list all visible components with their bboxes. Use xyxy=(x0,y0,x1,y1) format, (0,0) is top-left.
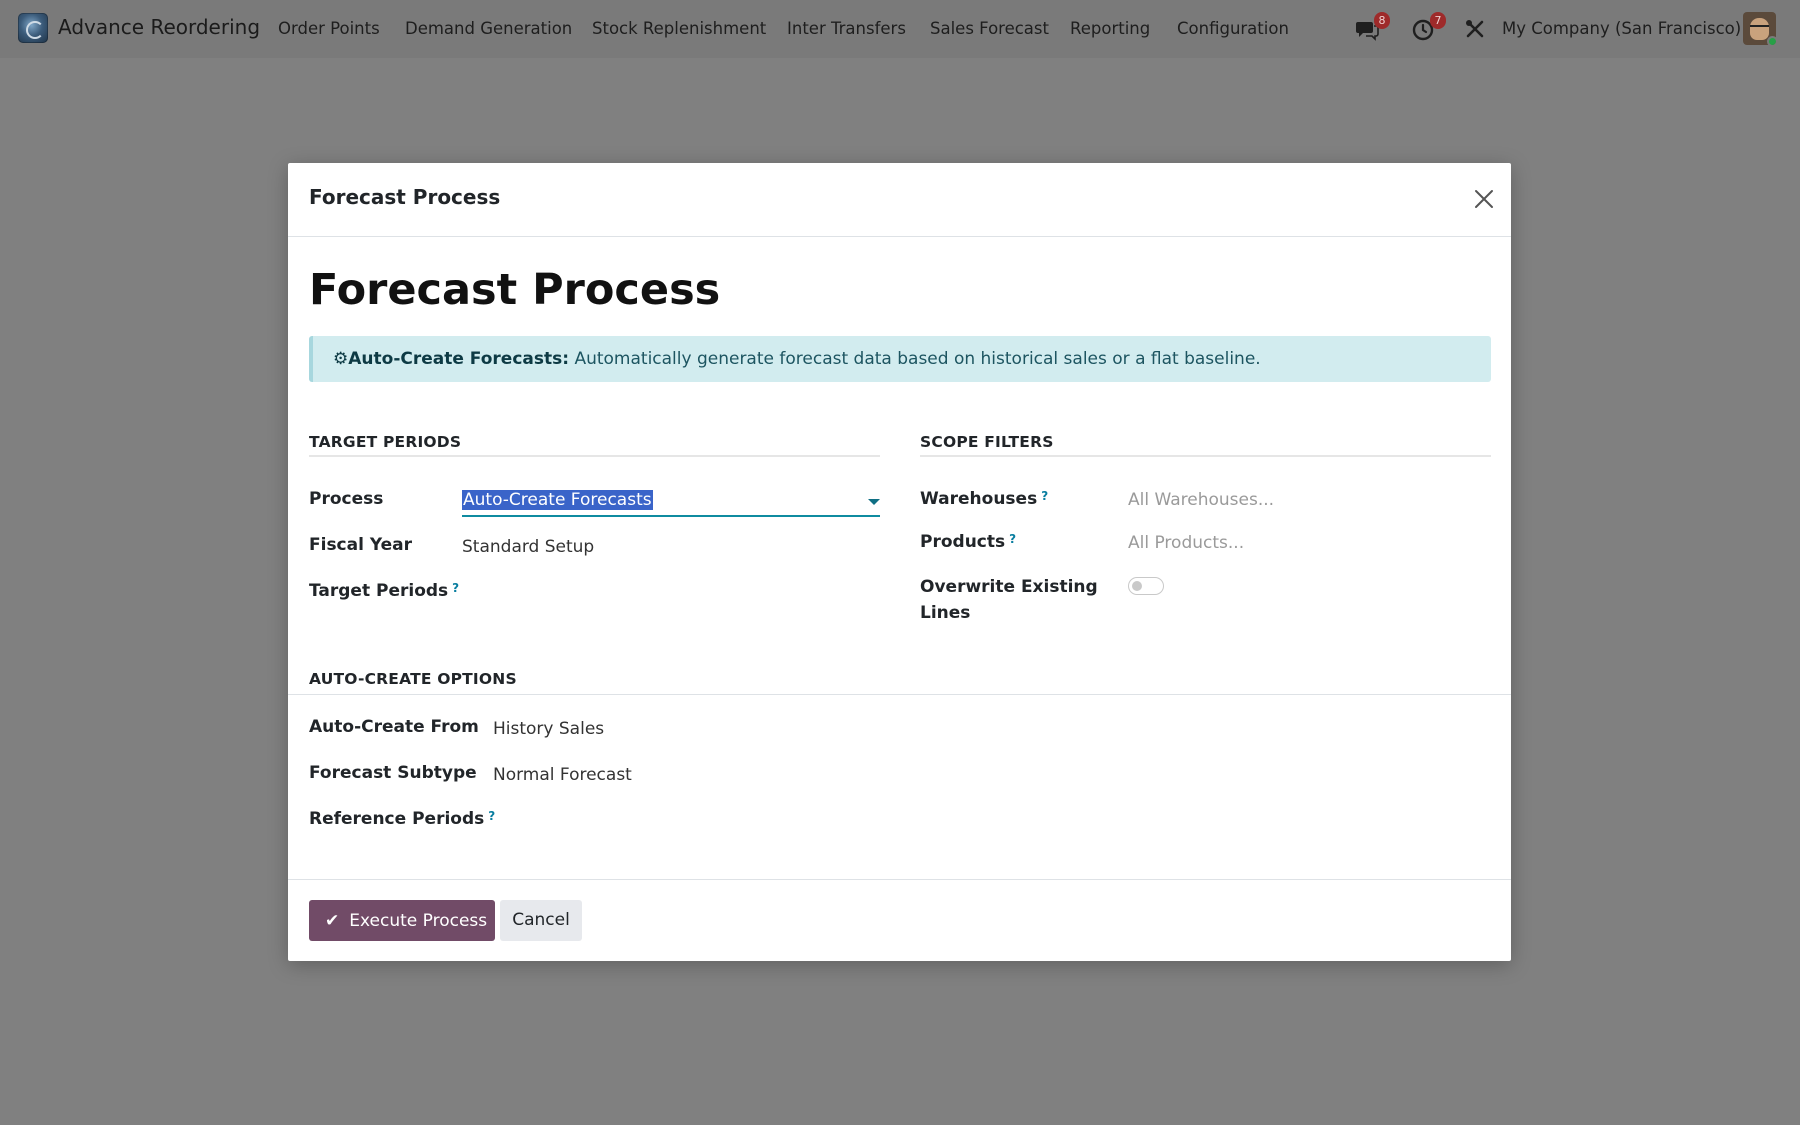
footer-divider xyxy=(288,879,1511,880)
app-logo-icon[interactable] xyxy=(18,13,48,43)
products-label: Products? xyxy=(920,532,1016,552)
user-avatar[interactable] xyxy=(1743,12,1776,45)
activity-clock-icon[interactable]: 7 xyxy=(1410,12,1446,42)
overwrite-label: Overwrite Existing Lines xyxy=(920,574,1098,626)
target-periods-heading: TARGET PERIODS xyxy=(309,433,462,451)
overwrite-label-line2: Lines xyxy=(920,603,971,623)
gears-icon: ⚙ xyxy=(333,349,349,369)
messages-badge: 8 xyxy=(1374,12,1390,29)
tools-icon[interactable] xyxy=(1462,16,1488,42)
menu-demand-generation[interactable]: Demand Generation xyxy=(405,19,572,38)
fiscal-year-label: Fiscal Year xyxy=(309,535,412,555)
target-periods-label: Target Periods? xyxy=(309,581,459,601)
toggle-knob xyxy=(1132,581,1142,591)
alert-strong: Auto-Create Forecasts: xyxy=(348,349,570,369)
forecast-subtype-label: Forecast Subtype xyxy=(309,763,477,783)
forecast-process-dialog: Forecast Process Forecast Process ⚙Auto-… xyxy=(288,163,1511,961)
scope-filters-divider xyxy=(920,455,1491,457)
reference-periods-label-text: Reference Periods xyxy=(309,809,485,829)
help-tooltip-icon[interactable]: ? xyxy=(1041,489,1048,503)
menu-sales-forecast[interactable]: Sales Forecast xyxy=(930,19,1049,38)
products-input[interactable]: All Products... xyxy=(1128,533,1244,553)
auto-create-from-label: Auto-Create From xyxy=(309,717,479,737)
forecast-subtype-field[interactable]: Normal Forecast xyxy=(493,765,632,785)
avatar-glasses xyxy=(1750,25,1769,30)
company-switcher[interactable]: My Company (San Francisco) xyxy=(1502,19,1741,38)
warehouses-label: Warehouses? xyxy=(920,489,1048,509)
menu-stock-replenishment[interactable]: Stock Replenishment xyxy=(592,19,766,38)
online-status-icon xyxy=(1767,36,1776,45)
target-periods-divider xyxy=(309,455,880,457)
overwrite-toggle[interactable] xyxy=(1128,577,1164,595)
dialog-header: Forecast Process xyxy=(288,163,1511,237)
check-icon: ✔ xyxy=(325,910,340,931)
warehouses-input[interactable]: All Warehouses... xyxy=(1128,490,1274,510)
menu-configuration[interactable]: Configuration xyxy=(1177,19,1289,38)
dialog-title: Forecast Process xyxy=(309,185,501,209)
menu-reporting[interactable]: Reporting xyxy=(1070,19,1150,38)
target-periods-label-text: Target Periods xyxy=(309,581,449,601)
menu-order-points[interactable]: Order Points xyxy=(278,19,380,38)
help-tooltip-icon[interactable]: ? xyxy=(1009,532,1016,546)
overwrite-label-line1: Overwrite Existing xyxy=(920,577,1098,597)
process-label: Process xyxy=(309,489,384,509)
products-label-text: Products xyxy=(920,532,1006,552)
auto-create-divider xyxy=(288,694,1511,695)
auto-create-heading: AUTO-CREATE OPTIONS xyxy=(309,670,517,688)
alert-text: Automatically generate forecast data bas… xyxy=(574,349,1261,369)
chevron-down-icon xyxy=(868,499,880,505)
reference-periods-label: Reference Periods? xyxy=(309,809,495,829)
menu-inter-transfers[interactable]: Inter Transfers xyxy=(787,19,906,38)
help-tooltip-icon[interactable]: ? xyxy=(452,581,459,595)
execute-process-button[interactable]: ✔ Execute Process xyxy=(309,900,495,941)
top-navbar: Advance Reordering Order Points Demand G… xyxy=(0,0,1800,58)
info-alert: ⚙Auto-Create Forecasts: Automatically ge… xyxy=(309,336,1491,382)
process-select[interactable]: Auto-Create Forecasts xyxy=(462,487,880,517)
scope-filters-heading: SCOPE FILTERS xyxy=(920,433,1054,451)
target-periods-field[interactable] xyxy=(462,581,880,605)
warehouses-label-text: Warehouses xyxy=(920,489,1038,509)
activities-badge: 7 xyxy=(1430,12,1446,29)
fiscal-year-field[interactable]: Standard Setup xyxy=(462,537,594,557)
close-icon[interactable] xyxy=(1473,188,1495,210)
execute-process-label: Execute Process xyxy=(349,910,488,931)
auto-create-from-field[interactable]: History Sales xyxy=(493,719,604,739)
cancel-button[interactable]: Cancel xyxy=(500,900,582,941)
process-selected-value: Auto-Create Forecasts xyxy=(462,490,653,510)
app-name[interactable]: Advance Reordering xyxy=(58,15,260,39)
chat-icon[interactable]: 8 xyxy=(1354,12,1390,42)
form-title: Forecast Process xyxy=(309,265,721,315)
reference-periods-field[interactable] xyxy=(493,809,893,833)
